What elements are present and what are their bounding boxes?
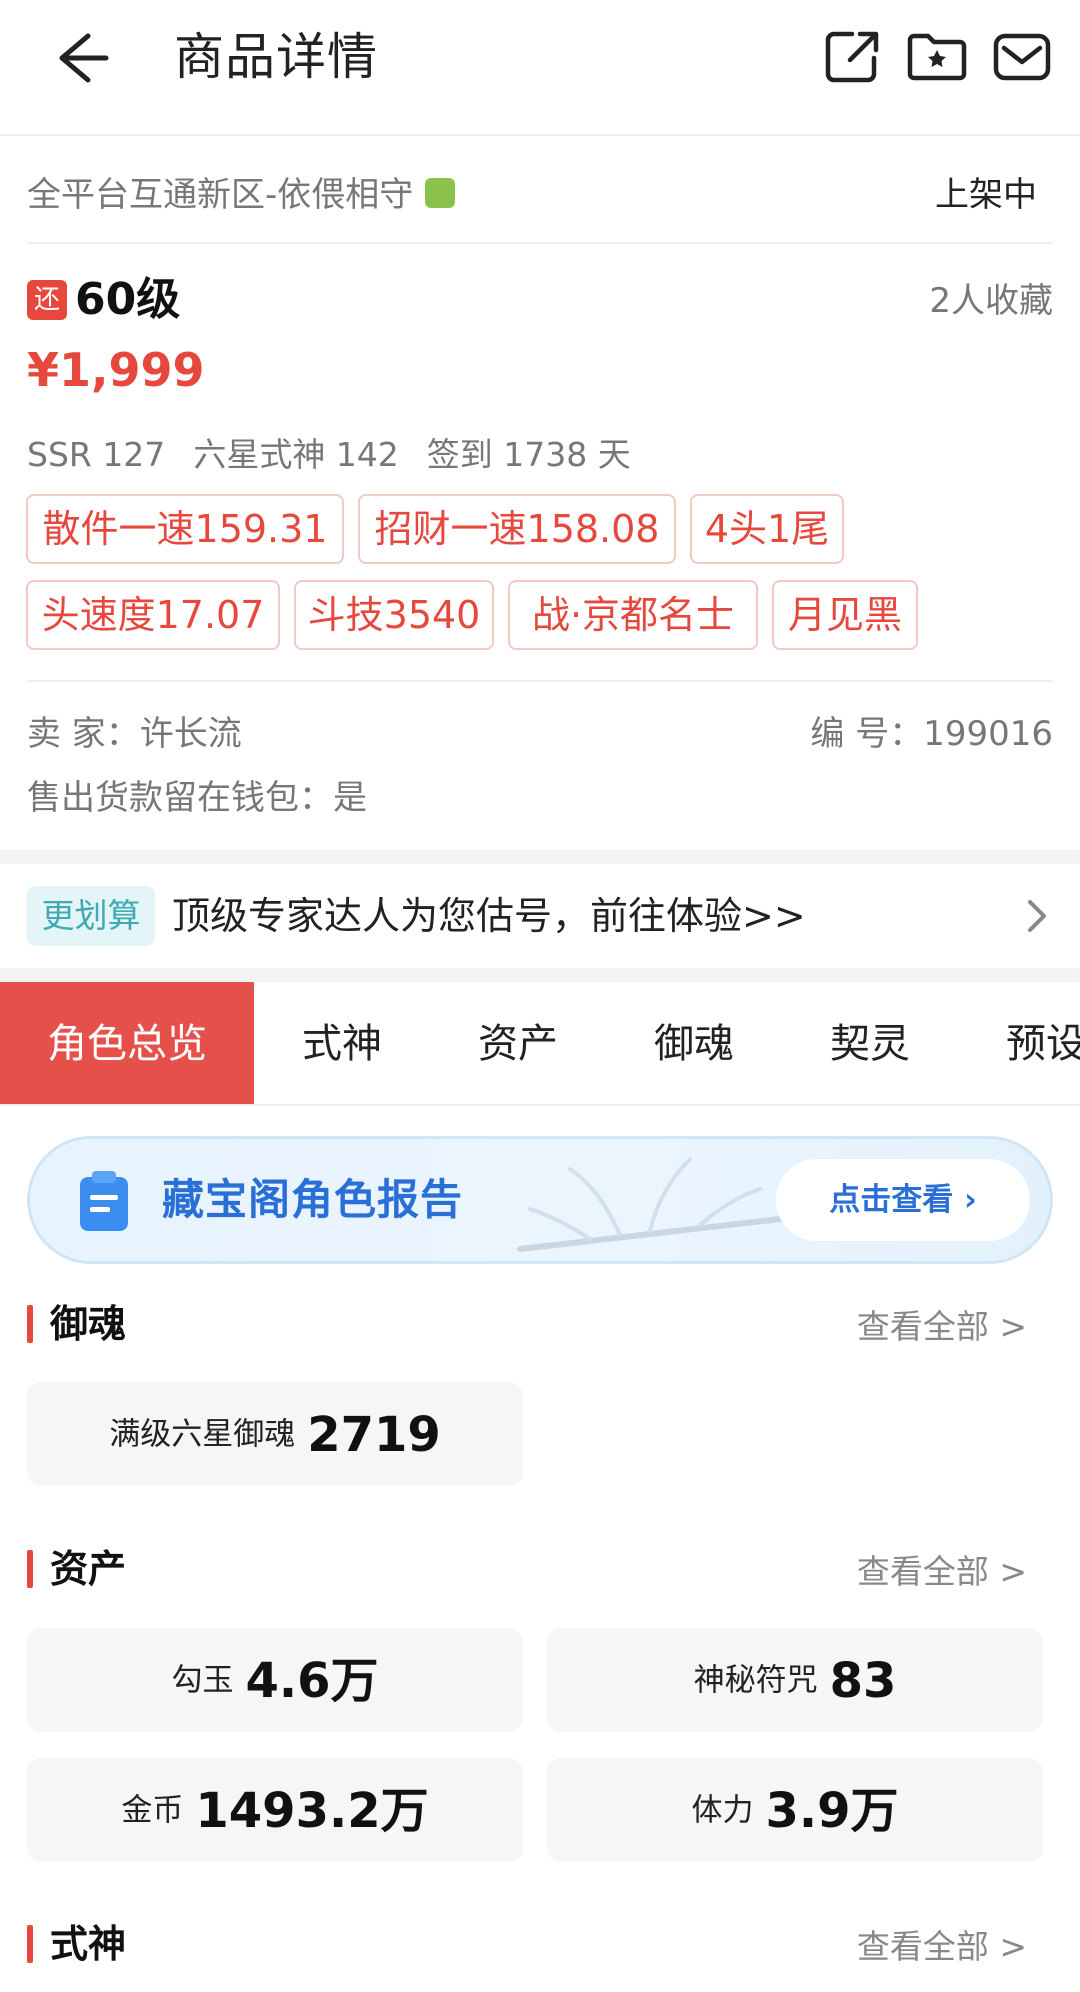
section-title-assets: 资产 xyxy=(50,1547,127,1591)
tab-overview[interactable]: 角色总览 xyxy=(0,982,254,1104)
feature-tag: 散件一速159.31 xyxy=(26,494,344,564)
tab-assets[interactable]: 资产 xyxy=(430,982,606,1104)
tab-presets[interactable]: 预设 xyxy=(958,982,1080,1104)
section-gap xyxy=(0,968,1080,982)
top-bar: 商品详情 xyxy=(0,0,1080,136)
tab-yuhun[interactable]: 御魂 xyxy=(606,982,782,1104)
appraisal-promo[interactable]: 更划算 顶级专家达人为您估号，前往体验>> xyxy=(0,864,1080,968)
feature-tag: 头速度17.07 xyxy=(26,580,280,650)
tab-qiling[interactable]: 契灵 xyxy=(782,982,958,1104)
server-name: 全平台互通新区-依偎相守 xyxy=(27,175,414,215)
return-badge: 还 xyxy=(27,280,67,320)
server-row: 全平台互通新区-依偎相守 上架中 xyxy=(27,160,1053,244)
view-report-button[interactable]: 点击查看 › xyxy=(776,1159,1030,1241)
seller-info: 卖 家：许长流 xyxy=(27,714,242,754)
report-document-icon xyxy=(78,1169,130,1233)
share-icon[interactable] xyxy=(822,26,888,86)
stat-label: 满级六星御魂 xyxy=(109,1416,296,1453)
section-accent-bar xyxy=(27,1925,33,1963)
stat-label: 金币 xyxy=(121,1792,184,1829)
section-title-shikigami: 式神 xyxy=(50,1922,127,1966)
checkin-days: 签到 1738 天 xyxy=(426,435,631,474)
stat-label: 勾玉 xyxy=(171,1662,234,1699)
listing-status: 上架中 xyxy=(935,175,1037,215)
view-all-assets-link[interactable]: 查看全部 > xyxy=(857,1547,1027,1597)
character-level: 60级 xyxy=(75,274,181,325)
stat-value: 2719 xyxy=(307,1406,441,1463)
stat-card: 勾玉 4.6万 xyxy=(27,1628,523,1732)
stat-card: 神秘符咒 83 xyxy=(547,1628,1043,1732)
stat-value: 3.9万 xyxy=(765,1782,899,1839)
promo-tag: 更划算 xyxy=(27,886,155,946)
section-title-yuhun: 御魂 xyxy=(50,1302,127,1346)
view-all-shikigami-link[interactable]: 查看全部 > xyxy=(857,1922,1027,1972)
stat-value: 83 xyxy=(829,1652,897,1709)
bamboo-decoration xyxy=(500,1149,800,1259)
ssr-count: SSR 127 xyxy=(27,435,166,474)
mail-icon[interactable] xyxy=(990,26,1056,86)
summary-stats: SSR 127 六星式神 142 签到 1738 天 xyxy=(27,430,659,480)
feature-tag: 4头1尾 xyxy=(690,494,844,564)
stat-card: 满级六星御魂 2719 xyxy=(27,1382,523,1486)
level-row: 还 60级 2人收藏 xyxy=(27,272,1053,332)
six-star-count: 六星式神 142 xyxy=(193,435,399,474)
divider xyxy=(27,680,1053,682)
wallet-info: 售出货款留在钱包：是 xyxy=(27,778,367,818)
favorite-count: 2人收藏 xyxy=(929,281,1053,321)
android-icon xyxy=(425,177,456,208)
stat-value: 1493.2万 xyxy=(195,1782,429,1839)
feature-tag: 战·京都名士 xyxy=(508,580,758,650)
view-all-yuhun-link[interactable]: 查看全部 > xyxy=(857,1302,1027,1352)
price: ¥1,999 xyxy=(27,343,205,397)
feature-tag: 月见黑 xyxy=(772,580,918,650)
folder-star-icon[interactable] xyxy=(904,26,970,86)
stat-card: 金币 1493.2万 xyxy=(27,1758,523,1862)
stat-value: 4.6万 xyxy=(245,1652,379,1709)
stat-card: 体力 3.9万 xyxy=(547,1758,1043,1862)
feature-tag: 招财一速158.08 xyxy=(358,494,676,564)
chevron-right-icon xyxy=(1024,896,1050,936)
page-title: 商品详情 xyxy=(174,28,378,86)
section-accent-bar xyxy=(27,1305,33,1343)
tab-shikigami[interactable]: 式神 xyxy=(254,982,430,1104)
feature-tag: 斗技3540 xyxy=(294,580,494,650)
tab-bar: 角色总览 式神 资产 御魂 契灵 预设 xyxy=(0,982,1080,1106)
banner-title: 藏宝阁角色报告 xyxy=(162,1175,464,1224)
promo-text: 顶级专家达人为您估号，前往体验>> xyxy=(172,894,806,938)
section-gap xyxy=(0,850,1080,864)
back-arrow-icon[interactable] xyxy=(44,26,114,90)
section-accent-bar xyxy=(27,1550,33,1588)
serial-number: 编 号：199016 xyxy=(810,714,1053,754)
stat-label: 神秘符咒 xyxy=(693,1662,818,1699)
stat-label: 体力 xyxy=(691,1792,754,1829)
role-report-banner[interactable]: 藏宝阁角色报告 点击查看 › xyxy=(27,1136,1053,1264)
